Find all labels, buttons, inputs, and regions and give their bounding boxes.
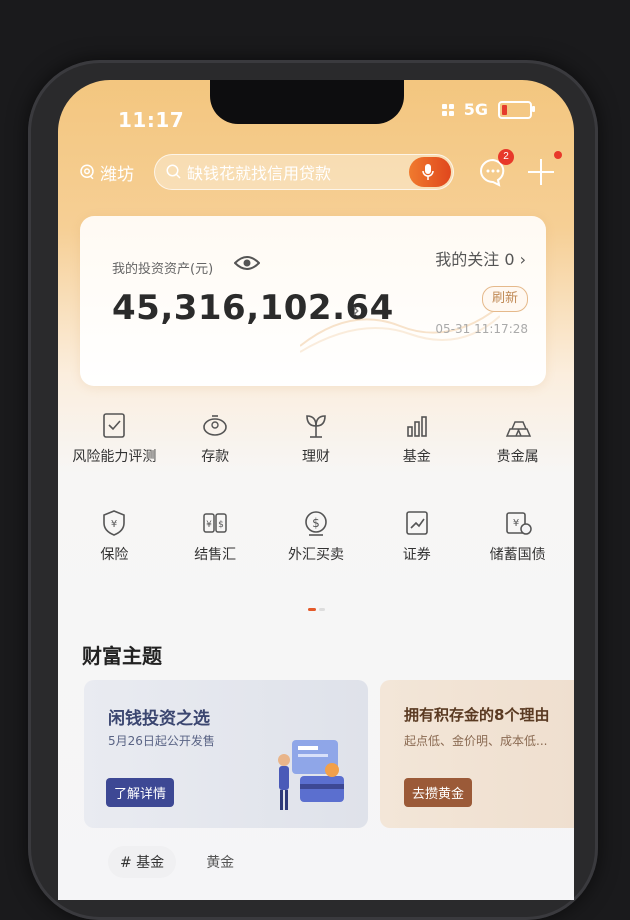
asset-card[interactable]: 我的投资资产(元) 45,316,102.64 › 我的关注 0 › 刷新 05…	[80, 216, 546, 386]
investment-illustration-icon	[278, 740, 344, 810]
learn-more-button[interactable]: 了解详情	[106, 778, 175, 807]
theme-card-subtitle: 5月26日起公开发售	[108, 734, 215, 748]
menu-label: 外汇买卖	[287, 547, 344, 563]
page-indicator	[308, 608, 325, 611]
search-placeholder: 缺钱花就找信用贷款	[187, 164, 332, 183]
money-plant-icon	[306, 415, 326, 438]
notification-dot	[554, 151, 562, 159]
svg-text:$: $	[218, 520, 224, 530]
menu-deposit[interactable]: 存款	[167, 410, 263, 466]
function-row-2: ¥ 保险 ¥ $ 结售汇 $ 外汇买卖 证券 ¥ 储蓄国债	[58, 508, 574, 564]
gold-bars-icon	[505, 421, 531, 437]
menu-label: 理财	[301, 449, 330, 465]
tag-fund[interactable]: # 基金	[108, 846, 177, 878]
theme-card-subtitle: 起点低、金价明、成本低...	[404, 734, 548, 748]
app-screen: 11:17 5G 潍坊 缺钱花就找信用贷款 2 我的投资资产(元) 45,316…	[58, 80, 574, 900]
add-button[interactable]	[528, 151, 562, 185]
menu-wealth-management[interactable]: 理财	[268, 410, 364, 466]
shield-yen-icon: ¥	[103, 510, 126, 536]
wave-decoration	[300, 305, 500, 353]
status-bar-right: 5G	[441, 100, 535, 119]
menu-label: 贵金属	[496, 449, 539, 465]
city-selector[interactable]: 潍坊	[78, 160, 154, 185]
menu-insurance[interactable]: ¥ 保险	[66, 508, 162, 564]
menu-precious-metals[interactable]: 贵金属	[470, 410, 566, 466]
voice-search-button[interactable]	[409, 157, 451, 187]
menu-fund[interactable]: 基金	[369, 410, 465, 466]
function-grid: 风险能力评测 存款 理财 基金 贵金属 ¥ 保险 ¥ $ 结售汇 $ 外汇买卖 …	[58, 410, 574, 606]
save-gold-button[interactable]: 去攒黄金	[404, 778, 473, 807]
menu-forex-settlement[interactable]: ¥ $ 结售汇	[167, 508, 263, 564]
bond-certificate-icon: ¥	[505, 512, 532, 535]
city-label: 潍坊	[100, 164, 134, 185]
menu-label: 风险能力评测	[72, 449, 157, 465]
messages-button[interactable]: 2	[478, 149, 514, 187]
exchange-icon: ¥ $	[203, 513, 227, 533]
menu-label: 储蓄国债	[489, 547, 546, 563]
asset-label: 我的投资资产(元)	[112, 262, 214, 277]
menu-securities[interactable]: 证券	[369, 508, 465, 564]
theme-card-idle-money[interactable]: 闲钱投资之选 5月26日起公开发售 了解详情	[84, 680, 368, 828]
menu-label: 基金	[402, 449, 431, 465]
menu-forex-trading[interactable]: $ 外汇买卖	[268, 508, 364, 564]
refresh-button[interactable]: 刷新	[482, 286, 528, 312]
svg-text:$: $	[312, 516, 320, 530]
section-title: 财富主题	[82, 644, 162, 668]
stock-chart-icon	[405, 511, 428, 535]
network-label: 5G	[463, 100, 488, 119]
theme-card-title: 闲钱投资之选	[108, 709, 210, 729]
top-bar: 潍坊 缺钱花就找信用贷款 2	[78, 149, 562, 194]
location-icon	[80, 164, 94, 180]
menu-label: 保险	[100, 547, 129, 563]
message-badge: 2	[498, 149, 514, 165]
battery-icon	[498, 100, 535, 119]
currency-coin-icon: $	[305, 511, 327, 536]
theme-card-gold-accumulation[interactable]: 拥有积存金的8个理由 起点低、金价明、成本低... 去攒黄金	[380, 680, 574, 828]
clipboard-check-icon	[103, 413, 126, 438]
search-input[interactable]: 缺钱花就找信用贷款	[154, 154, 454, 190]
menu-label: 存款	[201, 449, 230, 465]
my-follow-label: 我的关注 0	[435, 250, 515, 269]
theme-tags: # 基金 黄金	[108, 846, 234, 878]
status-time: 11:17	[118, 108, 185, 132]
svg-text:¥: ¥	[512, 518, 518, 529]
svg-text:¥: ¥	[111, 519, 117, 530]
menu-risk-assessment[interactable]: 风险能力评测	[66, 410, 162, 466]
svg-text:¥: ¥	[206, 520, 212, 530]
function-row-1: 风险能力评测 存款 理财 基金 贵金属	[58, 410, 574, 466]
piggy-bank-icon	[203, 415, 227, 436]
eye-icon[interactable]	[234, 254, 260, 272]
search-icon	[166, 164, 181, 179]
update-timestamp: 05-31 11:17:28	[435, 322, 528, 336]
my-follow-link[interactable]: 我的关注 0 ›	[435, 246, 526, 270]
menu-label: 证券	[402, 547, 431, 563]
signal-icon	[441, 103, 454, 116]
bar-chart-icon	[406, 416, 427, 437]
menu-label: 结售汇	[194, 547, 237, 563]
tag-gold[interactable]: 黄金	[206, 852, 234, 872]
menu-savings-bonds[interactable]: ¥ 储蓄国债	[470, 508, 566, 564]
theme-card-title: 拥有积存金的8个理由	[404, 706, 550, 724]
notch	[210, 80, 404, 124]
microphone-icon	[422, 164, 434, 180]
